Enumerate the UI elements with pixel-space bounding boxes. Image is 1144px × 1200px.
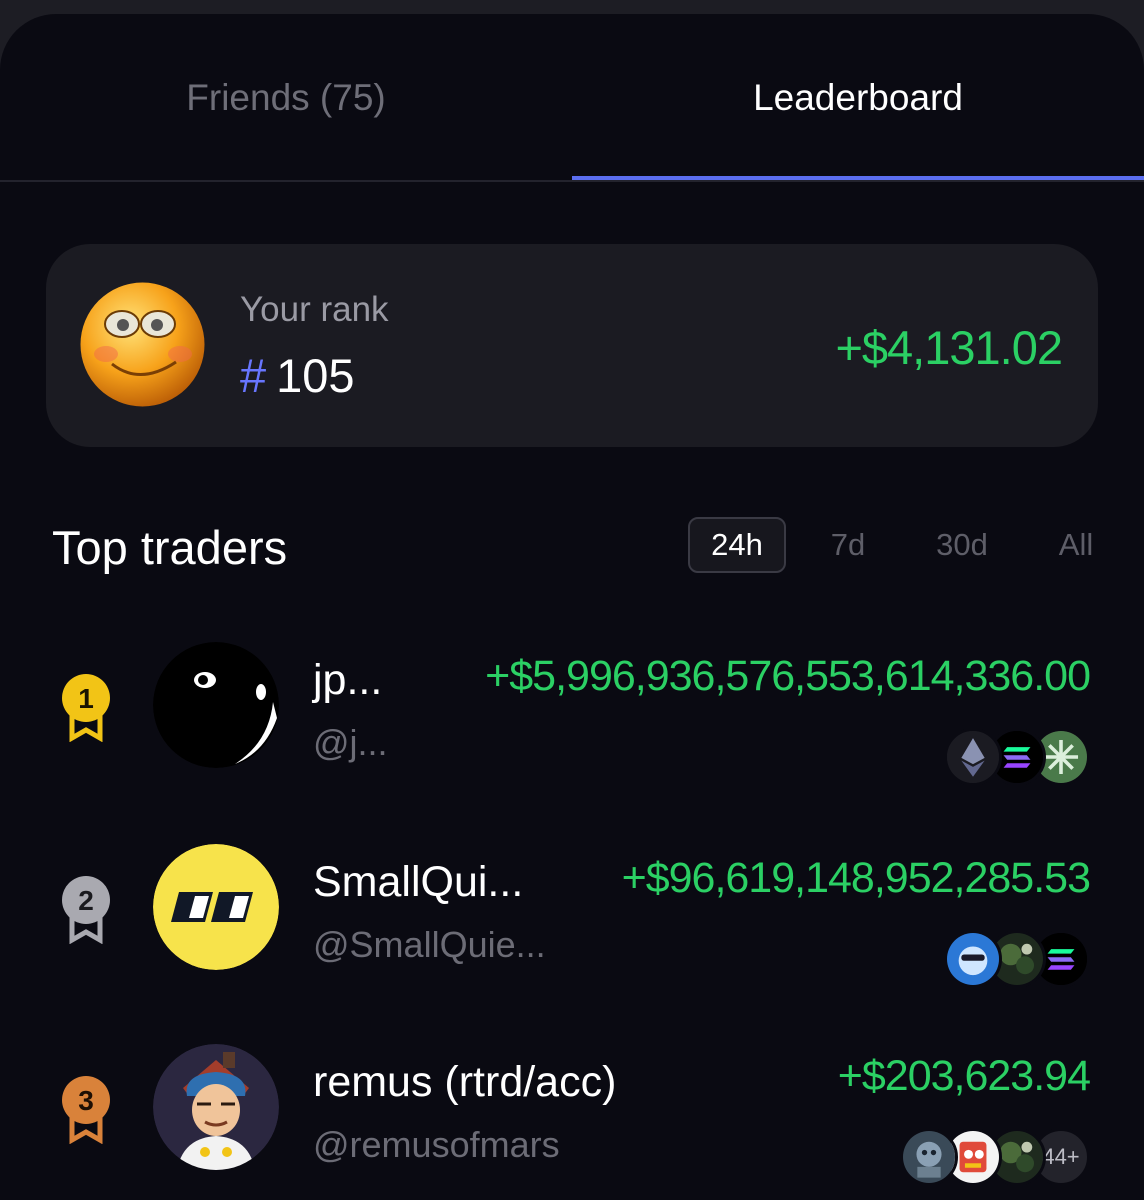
medal-rank: 1 xyxy=(78,683,94,714)
trader-name: remus (rtrd/acc) xyxy=(313,1058,617,1106)
top-traders-title: Top traders xyxy=(52,521,288,574)
trader-pnl: +$203,623.94 xyxy=(837,1052,1091,1100)
smiley-avatar-icon xyxy=(80,282,205,407)
token-stack xyxy=(944,930,1090,988)
leaderboard-sheet: Friends (75) Leaderboard Your rank #105 … xyxy=(0,14,1144,1200)
tab-leaderboard[interactable]: Leaderboard xyxy=(572,14,1144,182)
hash-symbol: # xyxy=(240,349,267,402)
trader-row[interactable]: 1 jp... @j... +$5,996,936,576,553,614,33… xyxy=(0,642,1144,786)
your-rank-label: Your rank xyxy=(240,290,389,329)
period-24h[interactable]: 24h xyxy=(688,517,786,573)
trader-pnl: +$96,619,148,952,285.53 xyxy=(621,854,1091,902)
medal-rank: 2 xyxy=(78,885,94,916)
trader-handle: @SmallQuie... xyxy=(313,924,546,965)
robot-token-icon xyxy=(900,1128,958,1186)
trader-row[interactable]: 2 SmallQui... @SmallQuie... +$96,619,148… xyxy=(0,844,1144,988)
tab-bar: Friends (75) Leaderboard xyxy=(0,14,1144,182)
token-stack xyxy=(944,728,1090,786)
trader-handle: @remusofmars xyxy=(313,1124,560,1165)
trader-name: SmallQui... xyxy=(313,858,524,906)
ethereum-icon xyxy=(944,728,1002,786)
period-all[interactable]: All xyxy=(1042,517,1110,573)
your-rank-value: #105 xyxy=(240,348,355,403)
tab-friends[interactable]: Friends (75) xyxy=(0,14,572,182)
trader-avatar xyxy=(153,1044,279,1170)
bronze-medal-icon: 3 xyxy=(62,1076,110,1144)
trader-handle: @j... xyxy=(313,722,388,763)
period-30d[interactable]: 30d xyxy=(918,517,1006,573)
your-pnl: +$4,131.02 xyxy=(835,321,1063,374)
gold-medal-icon: 1 xyxy=(62,674,110,742)
trader-avatar xyxy=(153,844,279,970)
token-stack: 44+ xyxy=(900,1128,1090,1186)
trader-avatar xyxy=(153,642,279,768)
trader-name: jp... xyxy=(313,656,383,704)
trader-pnl: +$5,996,936,576,553,614,336.00 xyxy=(485,652,1091,700)
period-7d[interactable]: 7d xyxy=(808,517,888,573)
active-tab-indicator xyxy=(572,176,1144,180)
medal-rank: 3 xyxy=(78,1085,94,1116)
silver-medal-icon: 2 xyxy=(62,876,110,944)
trader-row[interactable]: 3 remus (rtrd/acc) @remusofmars +$203,62… xyxy=(0,1044,1144,1186)
your-rank-card[interactable]: Your rank #105 +$4,131.02 xyxy=(46,244,1098,447)
blue-face-token-icon xyxy=(944,930,1002,988)
rank-number: 105 xyxy=(276,349,355,402)
